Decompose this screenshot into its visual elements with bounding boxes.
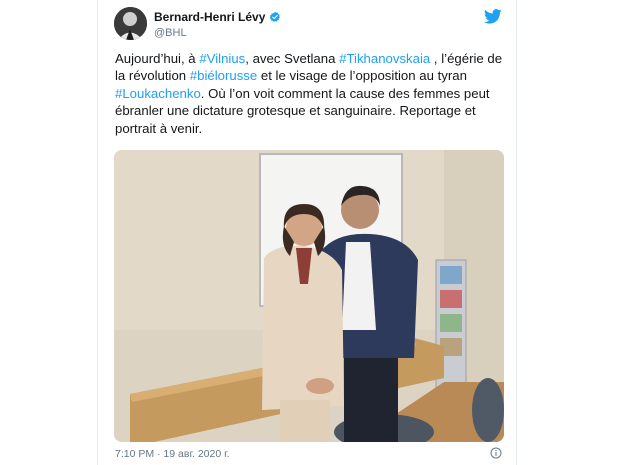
- hashtag-link[interactable]: #Tikhanovskaia: [339, 51, 430, 66]
- tweet-timestamp[interactable]: 7:10 PM · 19 авг. 2020 г.: [115, 448, 230, 460]
- tweet-text-segment: , avec Svetlana: [245, 51, 340, 66]
- verified-badge-icon: [270, 11, 281, 22]
- hashtag-link[interactable]: #Vilnius: [199, 51, 245, 66]
- hashtag-link[interactable]: #Loukachenko: [115, 86, 201, 101]
- tweet-text: Aujourd’hui, à #Vilnius, avec Svetlana #…: [115, 50, 507, 137]
- tweet-photo[interactable]: [114, 150, 504, 442]
- photo-illustration: [114, 150, 504, 442]
- info-icon[interactable]: [490, 447, 502, 459]
- author-name[interactable]: Bernard-Henri Lévy: [154, 10, 265, 24]
- tweet-text-segment: et le visage de l’opposition au tyran: [257, 68, 467, 84]
- tweet-text-segment: Aujourd’hui, à: [115, 51, 200, 66]
- author-handle[interactable]: @BHL: [154, 27, 187, 39]
- twitter-bird-icon[interactable]: [484, 9, 502, 24]
- tweet-card: Bernard-Henri Lévy @BHL Aujourd’hui, à #…: [97, 0, 517, 465]
- author-name-row: Bernard-Henri Lévy: [154, 10, 281, 24]
- author-avatar[interactable]: [114, 7, 147, 40]
- hashtag-link[interactable]: #biélorusse: [190, 68, 257, 83]
